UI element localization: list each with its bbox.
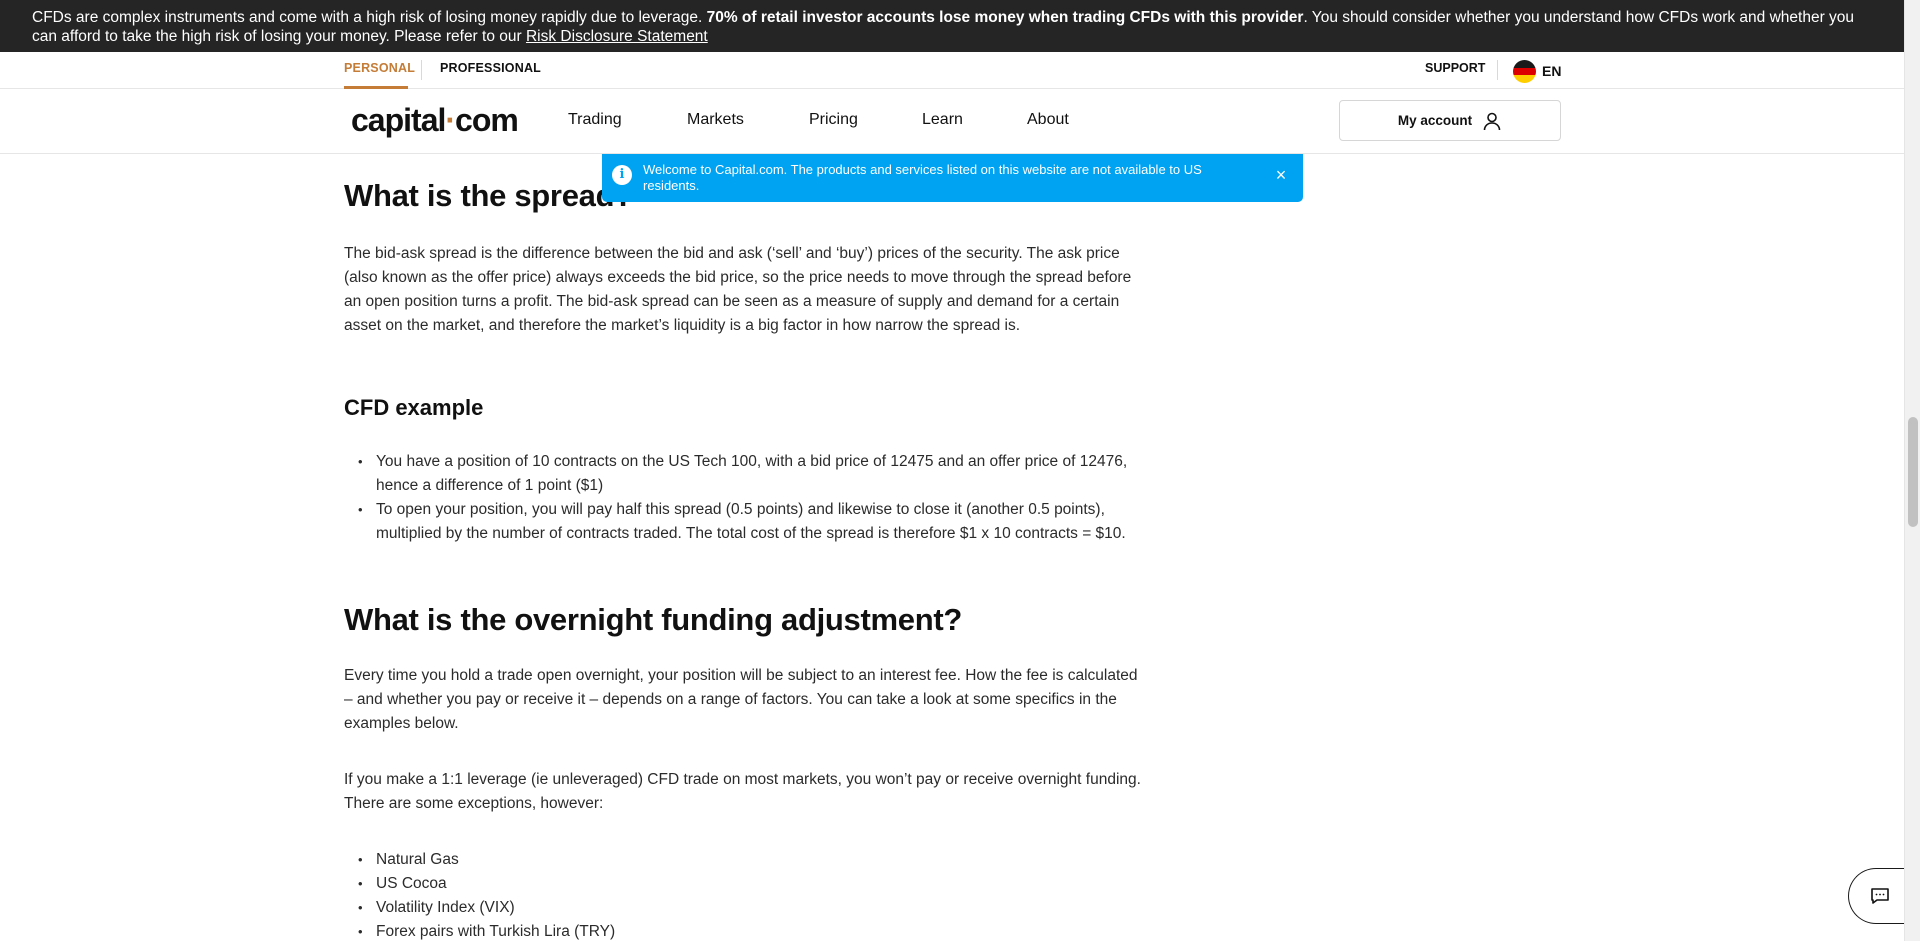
nav-item-about[interactable]: About	[1027, 111, 1069, 129]
heading-overnight-funding: What is the overnight funding adjustment…	[344, 602, 963, 637]
info-icon: i	[612, 165, 632, 185]
list-item: Natural Gas	[344, 848, 1144, 872]
list-item: Forex pairs with Turkish Lira (TRY)	[344, 920, 1144, 941]
germany-flag-icon[interactable]	[1513, 60, 1536, 83]
heading-spread: What is the spread?	[344, 178, 633, 213]
risk-text-bold: 70% of retail investor accounts lose mon…	[706, 9, 1304, 26]
cfd-example-list: You have a position of 10 contracts on t…	[344, 450, 1144, 546]
risk-warning-banner: CFDs are complex instruments and come wi…	[0, 0, 1904, 52]
divider	[421, 60, 422, 80]
risk-text-1: CFDs are complex instruments and come wi…	[32, 9, 703, 26]
main-navigation: capital·com Trading Markets Pricing Lear…	[0, 89, 1904, 154]
us-residents-notice: i Welcome to Capital.com. The products a…	[602, 154, 1303, 202]
my-account-button[interactable]: My account	[1339, 100, 1561, 141]
logo-text-left: capital	[351, 102, 446, 138]
list-item: To open your position, you will pay half…	[344, 498, 1144, 546]
top-bar: PERSONAL PROFESSIONAL SUPPORT EN	[0, 52, 1904, 89]
exceptions-list: Natural Gas US Cocoa Volatility Index (V…	[344, 848, 1144, 941]
support-link[interactable]: SUPPORT	[1425, 61, 1485, 75]
paragraph-overnight-1: Every time you hold a trade open overnig…	[344, 667, 1138, 732]
logo-dot: ·	[445, 102, 456, 138]
paragraph-overnight-2: If you make a 1:1 leverage (ie unleverag…	[344, 771, 1141, 812]
nav-item-pricing[interactable]: Pricing	[809, 111, 858, 129]
heading-cfd-example: CFD example	[344, 395, 484, 420]
list-item: You have a position of 10 contracts on t…	[344, 450, 1144, 498]
professional-tab[interactable]: PROFESSIONAL	[440, 61, 541, 75]
user-icon	[1483, 112, 1501, 130]
risk-disclosure-link[interactable]: Risk Disclosure Statement	[526, 28, 708, 45]
chat-button[interactable]	[1848, 868, 1910, 924]
scrollbar-thumb[interactable]	[1908, 417, 1918, 527]
personal-tab[interactable]: PERSONAL	[344, 61, 415, 75]
divider	[1497, 60, 1498, 80]
my-account-label: My account	[1397, 113, 1473, 128]
nav-item-learn[interactable]: Learn	[922, 111, 963, 129]
notice-text: Welcome to Capital.com. The products and…	[643, 162, 1202, 193]
language-selector[interactable]: EN	[1542, 63, 1561, 79]
nav-item-trading[interactable]: Trading	[568, 111, 622, 129]
capital-com-logo[interactable]: capital·com	[351, 102, 519, 139]
close-icon[interactable]: ×	[1271, 165, 1291, 185]
list-item: Volatility Index (VIX)	[344, 896, 1144, 920]
list-item: US Cocoa	[344, 872, 1144, 896]
chat-icon	[1870, 888, 1889, 904]
paragraph-spread: The bid-ask spread is the difference bet…	[344, 245, 1132, 334]
logo-text-right: com	[455, 102, 519, 138]
nav-item-markets[interactable]: Markets	[687, 111, 744, 129]
page-scrollbar[interactable]	[1904, 0, 1920, 941]
